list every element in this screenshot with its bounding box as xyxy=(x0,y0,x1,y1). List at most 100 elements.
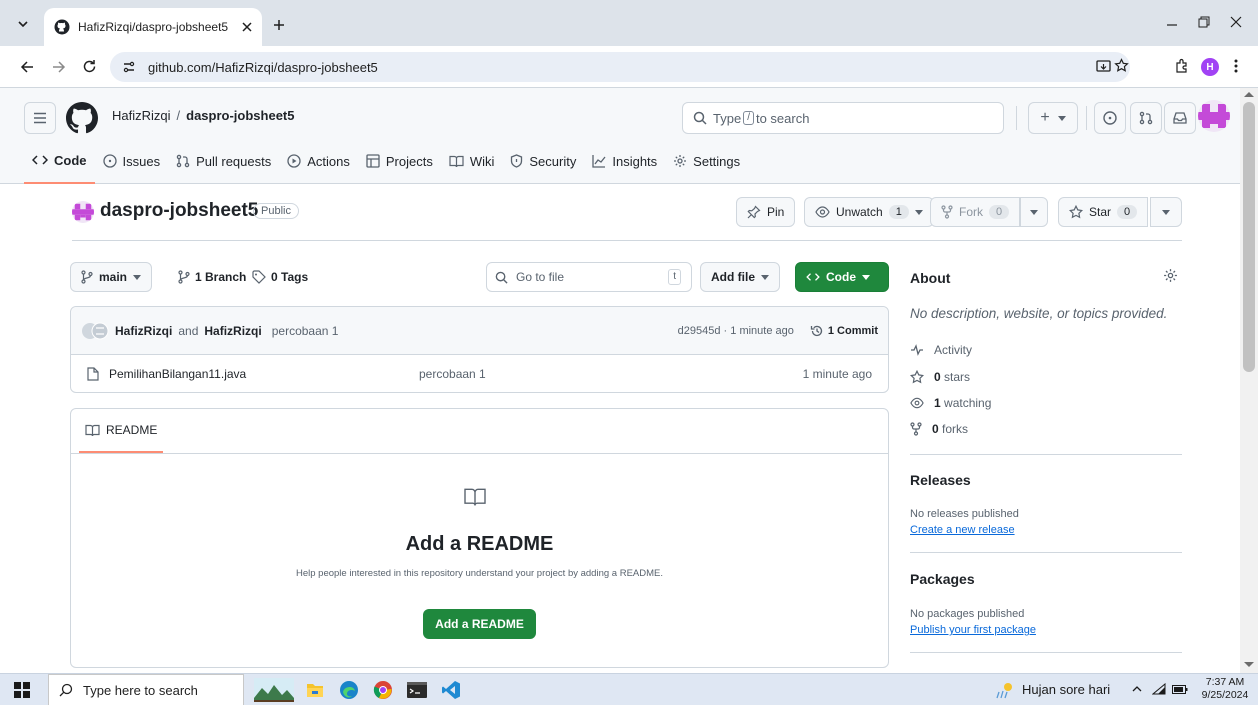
stars-link[interactable]: 0 stars xyxy=(910,363,970,390)
weather-widget[interactable]: Hujan sore hari xyxy=(996,674,1110,705)
tab-settings[interactable]: Settings xyxy=(665,138,748,184)
forks-link[interactable]: 0 forks xyxy=(910,415,968,442)
inbox-button[interactable] xyxy=(1164,102,1196,134)
pin-button[interactable]: Pin xyxy=(736,197,796,227)
scrollbar-thumb[interactable] xyxy=(1243,102,1255,372)
releases-heading[interactable]: Releases xyxy=(910,472,971,488)
browser-menu-button[interactable] xyxy=(1234,59,1238,73)
breadcrumb-owner[interactable]: HafizRizqi xyxy=(112,108,171,123)
packages-heading[interactable]: Packages xyxy=(910,571,975,587)
breadcrumb-repo[interactable]: daspro-jobsheet5 xyxy=(186,108,294,123)
git-branch-icon xyxy=(81,270,93,284)
commit-and: and xyxy=(178,323,199,338)
system-clock[interactable]: 7:37 AM 9/25/2024 xyxy=(1196,676,1254,702)
commit-message[interactable]: percobaan 1 xyxy=(272,324,672,338)
tab-pull-requests[interactable]: Pull requests xyxy=(168,138,279,184)
tab-insights[interactable]: Insights xyxy=(584,138,665,184)
tab-actions[interactable]: Actions xyxy=(279,138,358,184)
global-search-input[interactable]: Type / to search xyxy=(682,102,1004,134)
pull-requests-button[interactable] xyxy=(1130,102,1162,134)
file-explorer-icon[interactable] xyxy=(298,675,332,705)
minimize-button[interactable] xyxy=(1166,18,1178,30)
tab-code[interactable]: Code xyxy=(24,138,95,184)
chrome-browser-icon[interactable] xyxy=(366,675,400,705)
code-dropdown-button[interactable]: Code xyxy=(795,262,889,292)
search-icon xyxy=(59,683,73,697)
readme-tab[interactable]: README xyxy=(79,409,164,453)
star-dropdown-button[interactable] xyxy=(1150,197,1182,227)
branch-select-button[interactable]: main xyxy=(70,262,153,292)
file-commit-message[interactable]: percobaan 1 xyxy=(419,367,793,381)
taskbar-search-input[interactable]: Type here to search xyxy=(48,674,244,705)
issues-button[interactable] xyxy=(1094,102,1126,134)
create-release-link[interactable]: Create a new release xyxy=(910,524,1015,536)
issue-opened-icon xyxy=(1103,111,1117,125)
address-bar[interactable]: github.com/HafizRizqi/daspro-jobsheet5 xyxy=(110,52,1130,82)
tab-projects[interactable]: Projects xyxy=(358,138,441,184)
commit-sha-time[interactable]: d29545d · 1 minute ago xyxy=(678,325,794,337)
commit-author[interactable]: HafizRizqi xyxy=(115,324,172,338)
page-scrollbar[interactable] xyxy=(1240,88,1258,673)
file-row[interactable]: PemilihanBilangan11.java percobaan 1 1 m… xyxy=(71,355,888,393)
add-readme-button[interactable]: Add a README xyxy=(423,609,536,639)
back-button[interactable] xyxy=(20,60,34,74)
github-logo-icon[interactable] xyxy=(66,102,98,134)
commit-coauthor[interactable]: HafizRizqi xyxy=(204,324,261,338)
tab-settings-label: Settings xyxy=(693,153,741,169)
branches-link[interactable]: 1 Branch xyxy=(178,270,246,284)
forward-button[interactable] xyxy=(52,60,66,74)
repo-name[interactable]: daspro-jobsheet5 xyxy=(100,200,258,222)
edge-browser-icon[interactable] xyxy=(332,675,366,705)
issue-opened-icon xyxy=(102,154,117,168)
browser-tab[interactable]: HafizRizqi/daspro-jobsheet5 xyxy=(44,8,262,46)
add-file-button[interactable]: Add file xyxy=(700,262,780,292)
tab-issues[interactable]: Issues xyxy=(95,138,169,184)
extensions-icon[interactable] xyxy=(1174,58,1189,73)
terminal-icon[interactable] xyxy=(400,675,434,705)
activity-link[interactable]: Activity xyxy=(910,336,972,363)
publish-package-link[interactable]: Publish your first package xyxy=(910,624,1036,636)
battery-icon[interactable] xyxy=(1172,685,1188,694)
tab-search-button[interactable] xyxy=(10,12,36,36)
widgets-landscape-icon[interactable] xyxy=(250,675,298,705)
watching-link[interactable]: 1 watching xyxy=(910,389,991,416)
fork-dropdown-button[interactable] xyxy=(1020,197,1048,227)
tags-link[interactable]: 0 Tags xyxy=(252,270,308,284)
restore-button[interactable] xyxy=(1198,16,1210,28)
weather-text: Hujan sore hari xyxy=(1022,682,1111,697)
scroll-up-arrow-icon[interactable] xyxy=(1244,92,1254,97)
header-divider xyxy=(1016,106,1017,130)
windows-start-icon[interactable] xyxy=(14,682,30,698)
breadcrumb-separator: / xyxy=(176,108,181,123)
about-settings-button[interactable] xyxy=(1163,268,1178,283)
file-name[interactable]: PemilihanBilangan11.java xyxy=(109,367,409,381)
star-icon xyxy=(910,369,924,383)
tab-security[interactable]: Security xyxy=(502,138,584,184)
readme-panel: README Add a README Help people interest… xyxy=(70,408,889,668)
unwatch-button[interactable]: Unwatch 1 xyxy=(804,197,934,227)
activity-label: Activity xyxy=(934,342,973,357)
tab-wiki[interactable]: Wiki xyxy=(441,138,503,184)
create-new-button[interactable]: + xyxy=(1028,102,1078,134)
chevron-up-icon[interactable] xyxy=(1132,685,1142,693)
bookmark-star-icon[interactable] xyxy=(1114,58,1129,73)
go-to-file-input[interactable]: Go to file t xyxy=(486,262,692,292)
vscode-icon[interactable] xyxy=(434,675,468,705)
user-avatar[interactable] xyxy=(1198,100,1230,132)
star-button[interactable]: Star 0 xyxy=(1058,197,1149,227)
close-icon[interactable] xyxy=(242,22,252,32)
global-menu-button[interactable] xyxy=(24,102,56,134)
close-window-button[interactable] xyxy=(1230,16,1242,28)
commits-link[interactable]: 1 Commit xyxy=(810,324,878,338)
fork-button[interactable]: Fork 0 xyxy=(930,197,1021,227)
close-icon xyxy=(1230,16,1242,28)
new-tab-button[interactable] xyxy=(268,14,290,36)
wifi-icon[interactable] xyxy=(1152,683,1166,695)
install-app-icon[interactable] xyxy=(1096,59,1111,74)
site-settings-icon xyxy=(123,61,135,73)
scroll-down-arrow-icon[interactable] xyxy=(1244,662,1254,667)
reload-button[interactable] xyxy=(82,59,97,74)
caret-down-icon xyxy=(1057,115,1066,121)
search-icon xyxy=(495,271,508,284)
profile-avatar[interactable]: H xyxy=(1201,58,1219,76)
